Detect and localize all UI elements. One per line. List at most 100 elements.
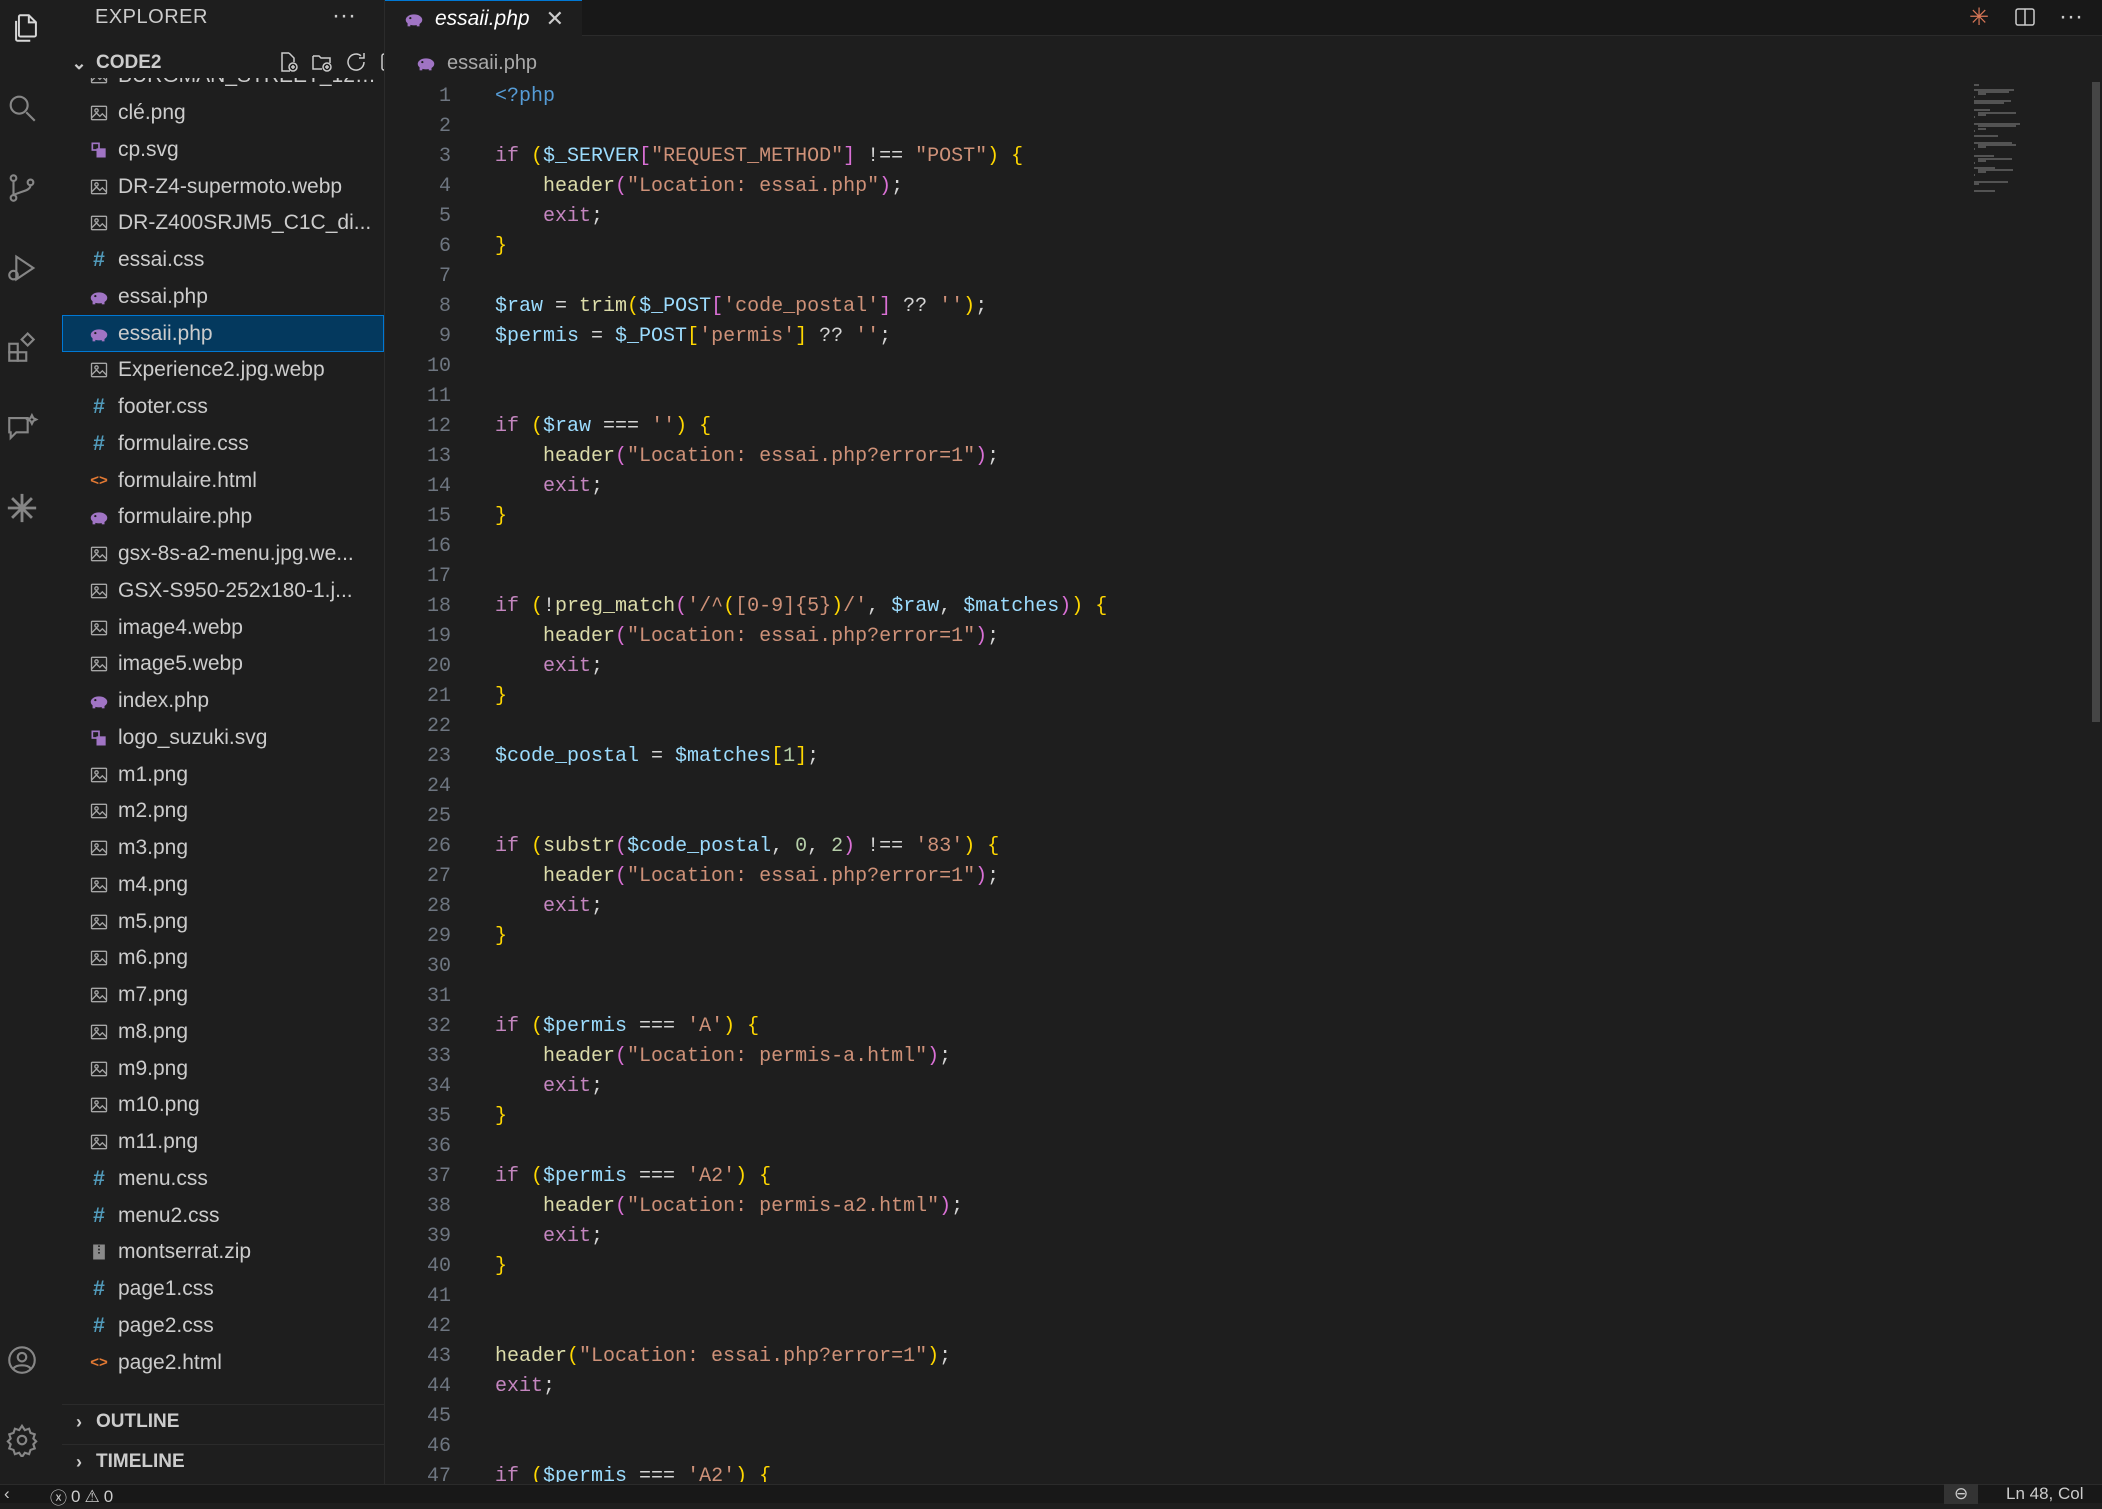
timeline-section-header[interactable]: › TIMELINE: [62, 1444, 384, 1479]
file-item[interactable]: m4.png: [62, 867, 384, 904]
file-item[interactable]: BURGMAN_STREET_125...: [62, 78, 384, 95]
file-item[interactable]: DR-Z400SRJM5_C1C_di...: [62, 205, 384, 242]
php-file-icon: [88, 506, 110, 528]
file-item[interactable]: image5.webp: [62, 646, 384, 683]
css-file-icon: #: [93, 1313, 105, 1337]
file-item[interactable]: # essai.css: [62, 242, 384, 279]
line-number: 2: [438, 115, 451, 138]
image-file-icon: [88, 580, 110, 602]
file-item[interactable]: m7.png: [62, 977, 384, 1014]
code-text: header("Location: essai.php?error=1");: [495, 445, 1000, 468]
image-file-icon: [88, 1021, 110, 1043]
claude-icon[interactable]: [0, 486, 44, 530]
minimap-line: [1974, 162, 1975, 165]
file-item[interactable]: GSX-S950-252x180-1.j...: [62, 573, 384, 610]
search-icon[interactable]: [0, 86, 44, 130]
breadcrumb[interactable]: essaii.php: [415, 48, 537, 78]
file-item[interactable]: # page2.css: [62, 1308, 384, 1345]
file-name: BURGMAN_STREET_125...: [118, 78, 384, 88]
file-item[interactable]: DR-Z4-supermoto.webp: [62, 168, 384, 205]
file-name: m8.png: [118, 1019, 189, 1043]
file-item[interactable]: m3.png: [62, 830, 384, 867]
file-item[interactable]: m8.png: [62, 1014, 384, 1051]
line-number: 46: [426, 1435, 451, 1458]
file-name: m4.png: [118, 872, 189, 896]
claude-spark-icon[interactable]: ✳: [1964, 2, 1994, 32]
code-text: $code_postal = $matches[1];: [495, 745, 820, 768]
line-number: 4: [438, 175, 451, 198]
line-number: 31: [426, 985, 451, 1008]
tab-essaii-php[interactable]: essaii.php ✕: [385, 0, 582, 36]
settings-gear-icon[interactable]: [0, 1418, 44, 1462]
minimap-line: [1974, 102, 2004, 105]
cursor-position[interactable]: Ln 48, Col: [2006, 1484, 2084, 1504]
image-file-icon: [88, 1058, 110, 1080]
file-item[interactable]: logo_suzuki.svg: [62, 720, 384, 757]
file-item[interactable]: <> page2.html: [62, 1344, 384, 1381]
code-editor[interactable]: 1 <?php 2 3 if ($_SERVER["REQUEST_METHOD"] !…: [385, 82, 2095, 1482]
line-number: 10: [426, 355, 451, 378]
account-icon[interactable]: [0, 1338, 44, 1382]
explorer-title: EXPLORER: [95, 6, 208, 28]
split-editor-icon[interactable]: [2010, 2, 2040, 32]
chat-icon[interactable]: [0, 406, 44, 450]
minimap[interactable]: [1974, 84, 2034, 194]
outline-section-header[interactable]: › OUTLINE: [62, 1404, 384, 1439]
remote-icon[interactable]: ‹: [4, 1484, 10, 1504]
code-text: if (!preg_match('/^([0-9]{5})/', $raw, $…: [495, 595, 1108, 618]
php-file-icon: [88, 690, 110, 712]
more-actions-icon[interactable]: ···: [2056, 2, 2086, 32]
file-item[interactable]: # formulaire.css: [62, 426, 384, 463]
line-number: 32: [426, 1015, 451, 1038]
file-item[interactable]: clé.png: [62, 95, 384, 132]
image-file-icon: [88, 911, 110, 933]
code-text: exit;: [495, 475, 604, 498]
new-folder-icon[interactable]: [310, 50, 334, 74]
file-item[interactable]: essai.php: [62, 279, 384, 316]
code-text: if (substr($code_postal, 0, 2) !== '83')…: [495, 835, 1000, 858]
file-item[interactable]: formulaire.php: [62, 499, 384, 536]
file-item[interactable]: # menu2.css: [62, 1197, 384, 1234]
explorer-more-actions-icon[interactable]: ···: [332, 2, 356, 30]
file-item[interactable]: m11.png: [62, 1124, 384, 1161]
file-item[interactable]: # footer.css: [62, 389, 384, 426]
file-item[interactable]: essaii.php: [62, 315, 384, 352]
file-item[interactable]: montserrat.zip: [62, 1234, 384, 1271]
file-item[interactable]: cp.svg: [62, 132, 384, 169]
image-file-icon: [88, 764, 110, 786]
code-text: $raw = trim($_POST['code_postal'] ?? '')…: [495, 295, 988, 318]
explorer-sidebar: EXPLORER ··· ⌄ CODE2 BURGMAN_STREET_125.…: [62, 0, 385, 1484]
file-item[interactable]: # page1.css: [62, 1271, 384, 1308]
file-name: DR-Z400SRJM5_C1C_di...: [118, 211, 372, 235]
collapse-all-icon[interactable]: [378, 50, 384, 74]
error-count: 0: [71, 1486, 81, 1506]
line-number: 19: [426, 625, 451, 648]
problems-indicator[interactable]: ⓧ 0 ⚠ 0: [50, 1484, 113, 1509]
file-item[interactable]: m9.png: [62, 1050, 384, 1087]
new-file-icon[interactable]: [276, 50, 300, 74]
file-name: m2.png: [118, 799, 189, 823]
explorer-icon[interactable]: [4, 6, 48, 50]
close-icon[interactable]: ✕: [546, 6, 564, 32]
file-item[interactable]: # menu.css: [62, 1161, 384, 1198]
code-text: }: [495, 685, 508, 708]
file-item[interactable]: m1.png: [62, 756, 384, 793]
editor-scrollbar[interactable]: [2092, 82, 2100, 722]
file-item[interactable]: m6.png: [62, 940, 384, 977]
file-item[interactable]: m5.png: [62, 903, 384, 940]
extensions-icon[interactable]: [0, 326, 44, 370]
file-item[interactable]: gsx-8s-a2-menu.jpg.we...: [62, 536, 384, 573]
source-control-icon[interactable]: [0, 166, 44, 210]
file-item[interactable]: image4.webp: [62, 609, 384, 646]
refresh-icon[interactable]: [344, 50, 368, 74]
minimap-line: [1974, 189, 1995, 192]
file-item[interactable]: Experience2.jpg.webp: [62, 352, 384, 389]
file-item[interactable]: m10.png: [62, 1087, 384, 1124]
file-item[interactable]: m2.png: [62, 793, 384, 830]
line-number: 39: [426, 1225, 451, 1248]
run-debug-icon[interactable]: [0, 246, 44, 290]
file-item[interactable]: <> formulaire.html: [62, 462, 384, 499]
file-item[interactable]: index.php: [62, 683, 384, 720]
line-number: 13: [426, 445, 451, 468]
zoom-icon[interactable]: ⊖: [1944, 1484, 1979, 1504]
